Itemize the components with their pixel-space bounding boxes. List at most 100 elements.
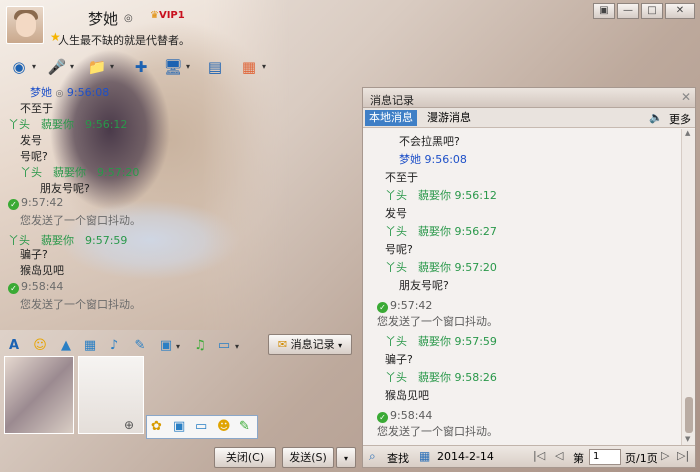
image-edit-toolbar: ✿ ▣ ▭ ☻ ✎ xyxy=(146,415,258,439)
message-header: 梦她 ◎ 9:56:08 xyxy=(30,86,110,99)
check-icon: ✓ xyxy=(8,199,19,210)
thumbnail-photo[interactable] xyxy=(4,356,74,434)
close-icon[interactable]: ✕ xyxy=(681,90,691,104)
edit-image-icon[interactable]: ✎ xyxy=(239,419,250,434)
crown-icon: ♛ xyxy=(150,10,159,21)
history-scrollbar[interactable]: ▲ ▼ xyxy=(681,129,695,445)
send-options-button[interactable]: ▾ xyxy=(336,447,356,468)
speaker-icon[interactable]: 🔈 xyxy=(649,111,663,124)
message-text: 骗子? xyxy=(20,248,48,261)
system-time: ✓ 9:57:42 xyxy=(377,299,432,313)
message-header: 丫头 藐娶你 9:58:26 xyxy=(385,371,497,384)
music-icon[interactable]: ♫ xyxy=(190,337,210,355)
message-text: 猴岛见吧 xyxy=(20,264,64,277)
chevron-down-icon[interactable]: ▾ xyxy=(32,62,36,71)
system-message: 您发送了一个窗口抖动。 xyxy=(20,298,141,311)
message-header: 丫头 藐娶你 9:56:12 xyxy=(385,189,497,202)
fullscreen-icon[interactable]: ▭ xyxy=(195,419,207,434)
image-icon[interactable]: ▣ xyxy=(156,337,176,355)
thumbnail-screenshot[interactable] xyxy=(78,356,144,434)
page-input[interactable]: 1 xyxy=(589,449,621,465)
message-header: 丫头 藐娶你 9:57:59 xyxy=(385,335,497,348)
check-icon: ✓ xyxy=(377,302,388,313)
calendar-icon[interactable]: ▦ xyxy=(419,449,430,463)
next-page-icon[interactable]: ▷ xyxy=(661,449,669,462)
minimize-button[interactable]: — xyxy=(617,3,639,19)
skin-button[interactable]: ▣ xyxy=(593,3,615,19)
chevron-down-icon: ▾ xyxy=(338,341,343,350)
tab-local[interactable]: 本地消息 xyxy=(365,110,417,126)
chevron-down-icon[interactable]: ▾ xyxy=(176,342,180,351)
message-header: 丫头 藐娶你 9:57:20 xyxy=(20,166,140,179)
system-message: 您发送了一个窗口抖动。 xyxy=(377,425,498,438)
image-thumbnails[interactable]: ⊕ xyxy=(4,356,144,436)
chevron-down-icon[interactable]: ▾ xyxy=(70,62,74,71)
avatar[interactable] xyxy=(6,6,44,44)
message-text: 朋友号呢? xyxy=(40,182,90,195)
more-link[interactable]: 更多 xyxy=(669,111,691,127)
message-header: 丫头 藐娶你 9:57:20 xyxy=(385,261,497,274)
history-panel: 消息记录 ✕ 本地消息 漫游消息 🔈 更多 不会拉黑吧? 梦她 9:56:08 不至… xyxy=(362,87,696,468)
history-tabs: 本地消息 漫游消息 🔈 更多 xyxy=(363,108,695,128)
system-message: 您发送了一个窗口抖动。 xyxy=(377,315,498,328)
message-text: 号呢? xyxy=(20,150,48,163)
chevron-down-icon: ▾ xyxy=(343,454,348,463)
font-icon[interactable]: A xyxy=(4,337,24,355)
search-icon[interactable]: ⌕ xyxy=(369,449,376,464)
signature: 人生最不缺的就是代替者。 xyxy=(58,34,190,47)
message-header: 丫头 藐娶你 9:56:27 xyxy=(385,225,497,238)
chat-message-area[interactable]: 梦她 ◎ 9:56:08 不至于 丫头 藐娶你 9:56:12 发号 号呢? 丫… xyxy=(0,82,290,330)
close-window-button[interactable]: ✕ xyxy=(665,3,695,19)
apps-icon[interactable]: ▦ xyxy=(238,56,260,78)
save-icon[interactable]: ▣ xyxy=(173,419,185,434)
close-button[interactable]: 关闭(C) xyxy=(214,447,276,468)
status-icon: ◎ xyxy=(124,13,133,24)
last-page-icon[interactable]: ▷| xyxy=(677,449,689,462)
chevron-down-icon[interactable]: ▾ xyxy=(110,62,114,71)
scrollbar-thumb[interactable] xyxy=(685,397,693,433)
search-link[interactable]: 查找 xyxy=(387,450,409,466)
chevron-down-icon[interactable]: ▾ xyxy=(262,62,266,71)
magic-face-icon[interactable]: ▦ xyxy=(80,337,100,355)
zoom-icon[interactable]: ⊕ xyxy=(124,418,134,432)
send-button[interactable]: 发送(S) xyxy=(282,447,334,468)
prev-page-icon[interactable]: ◁ xyxy=(555,449,563,462)
message-header: 梦她 9:56:08 xyxy=(399,153,467,166)
voice-call-icon[interactable]: 🎤 xyxy=(46,56,68,78)
scroll-down-icon[interactable]: ▼ xyxy=(685,435,690,443)
message-text: 号呢? xyxy=(385,243,413,256)
check-icon: ✓ xyxy=(8,283,19,294)
shake-icon[interactable]: ▲ xyxy=(56,337,76,355)
message-text: 发号 xyxy=(385,207,407,220)
maximize-button[interactable]: □ xyxy=(641,3,663,19)
voice-message-icon[interactable]: ♪ xyxy=(104,337,124,355)
system-time: ✓ 9:57:42 xyxy=(8,196,63,210)
first-page-icon[interactable]: |◁ xyxy=(533,449,545,462)
history-date[interactable]: 2014-2-14 xyxy=(437,450,494,463)
paint-icon[interactable]: ✿ xyxy=(151,419,162,434)
history-footer: ⌕ 查找 ▦ 2014-2-14 |◁ ◁ 第 1 页/1页 ▷ ▷| xyxy=(363,445,695,467)
history-messages[interactable]: 不会拉黑吧? 梦她 9:56:08 不至于 丫头 藐娶你 9:56:12 发号 丫头 藐娶… xyxy=(363,129,681,445)
message-text: 朋友号呢? xyxy=(399,279,449,292)
chevron-down-icon[interactable]: ▾ xyxy=(186,62,190,71)
video-call-icon[interactable]: ◉ xyxy=(8,56,30,78)
remote-desktop-icon[interactable]: 🖥 xyxy=(162,56,184,78)
emoji-icon[interactable]: ☺ xyxy=(30,337,50,355)
message-text: 猴岛见吧 xyxy=(385,389,429,402)
create-discussion-icon[interactable]: ✚ xyxy=(130,56,152,78)
screenshot-icon[interactable]: ▭ xyxy=(214,337,234,355)
message-header: 丫头 藐娶你 9:56:12 xyxy=(8,118,128,131)
chevron-down-icon[interactable]: ▾ xyxy=(235,342,239,351)
add-emoji-icon[interactable]: ☻ xyxy=(217,419,231,434)
system-message: 您发送了一个窗口抖动。 xyxy=(20,214,141,227)
tab-roaming[interactable]: 漫游消息 xyxy=(423,110,475,126)
scroll-up-icon[interactable]: ▲ xyxy=(685,129,690,137)
doodle-icon[interactable]: ✎ xyxy=(130,337,150,355)
check-icon: ✓ xyxy=(377,412,388,423)
screen-share-icon[interactable]: ▤ xyxy=(204,56,226,78)
history-title-bar: 消息记录 ✕ xyxy=(363,88,695,108)
file-transfer-icon[interactable]: 📁 xyxy=(86,56,108,78)
message-text: 骗子? xyxy=(385,353,413,366)
vip-badge[interactable]: ♛VIP1 xyxy=(150,10,185,21)
message-history-button[interactable]: ✉ 消息记录 ▾ xyxy=(268,334,352,355)
